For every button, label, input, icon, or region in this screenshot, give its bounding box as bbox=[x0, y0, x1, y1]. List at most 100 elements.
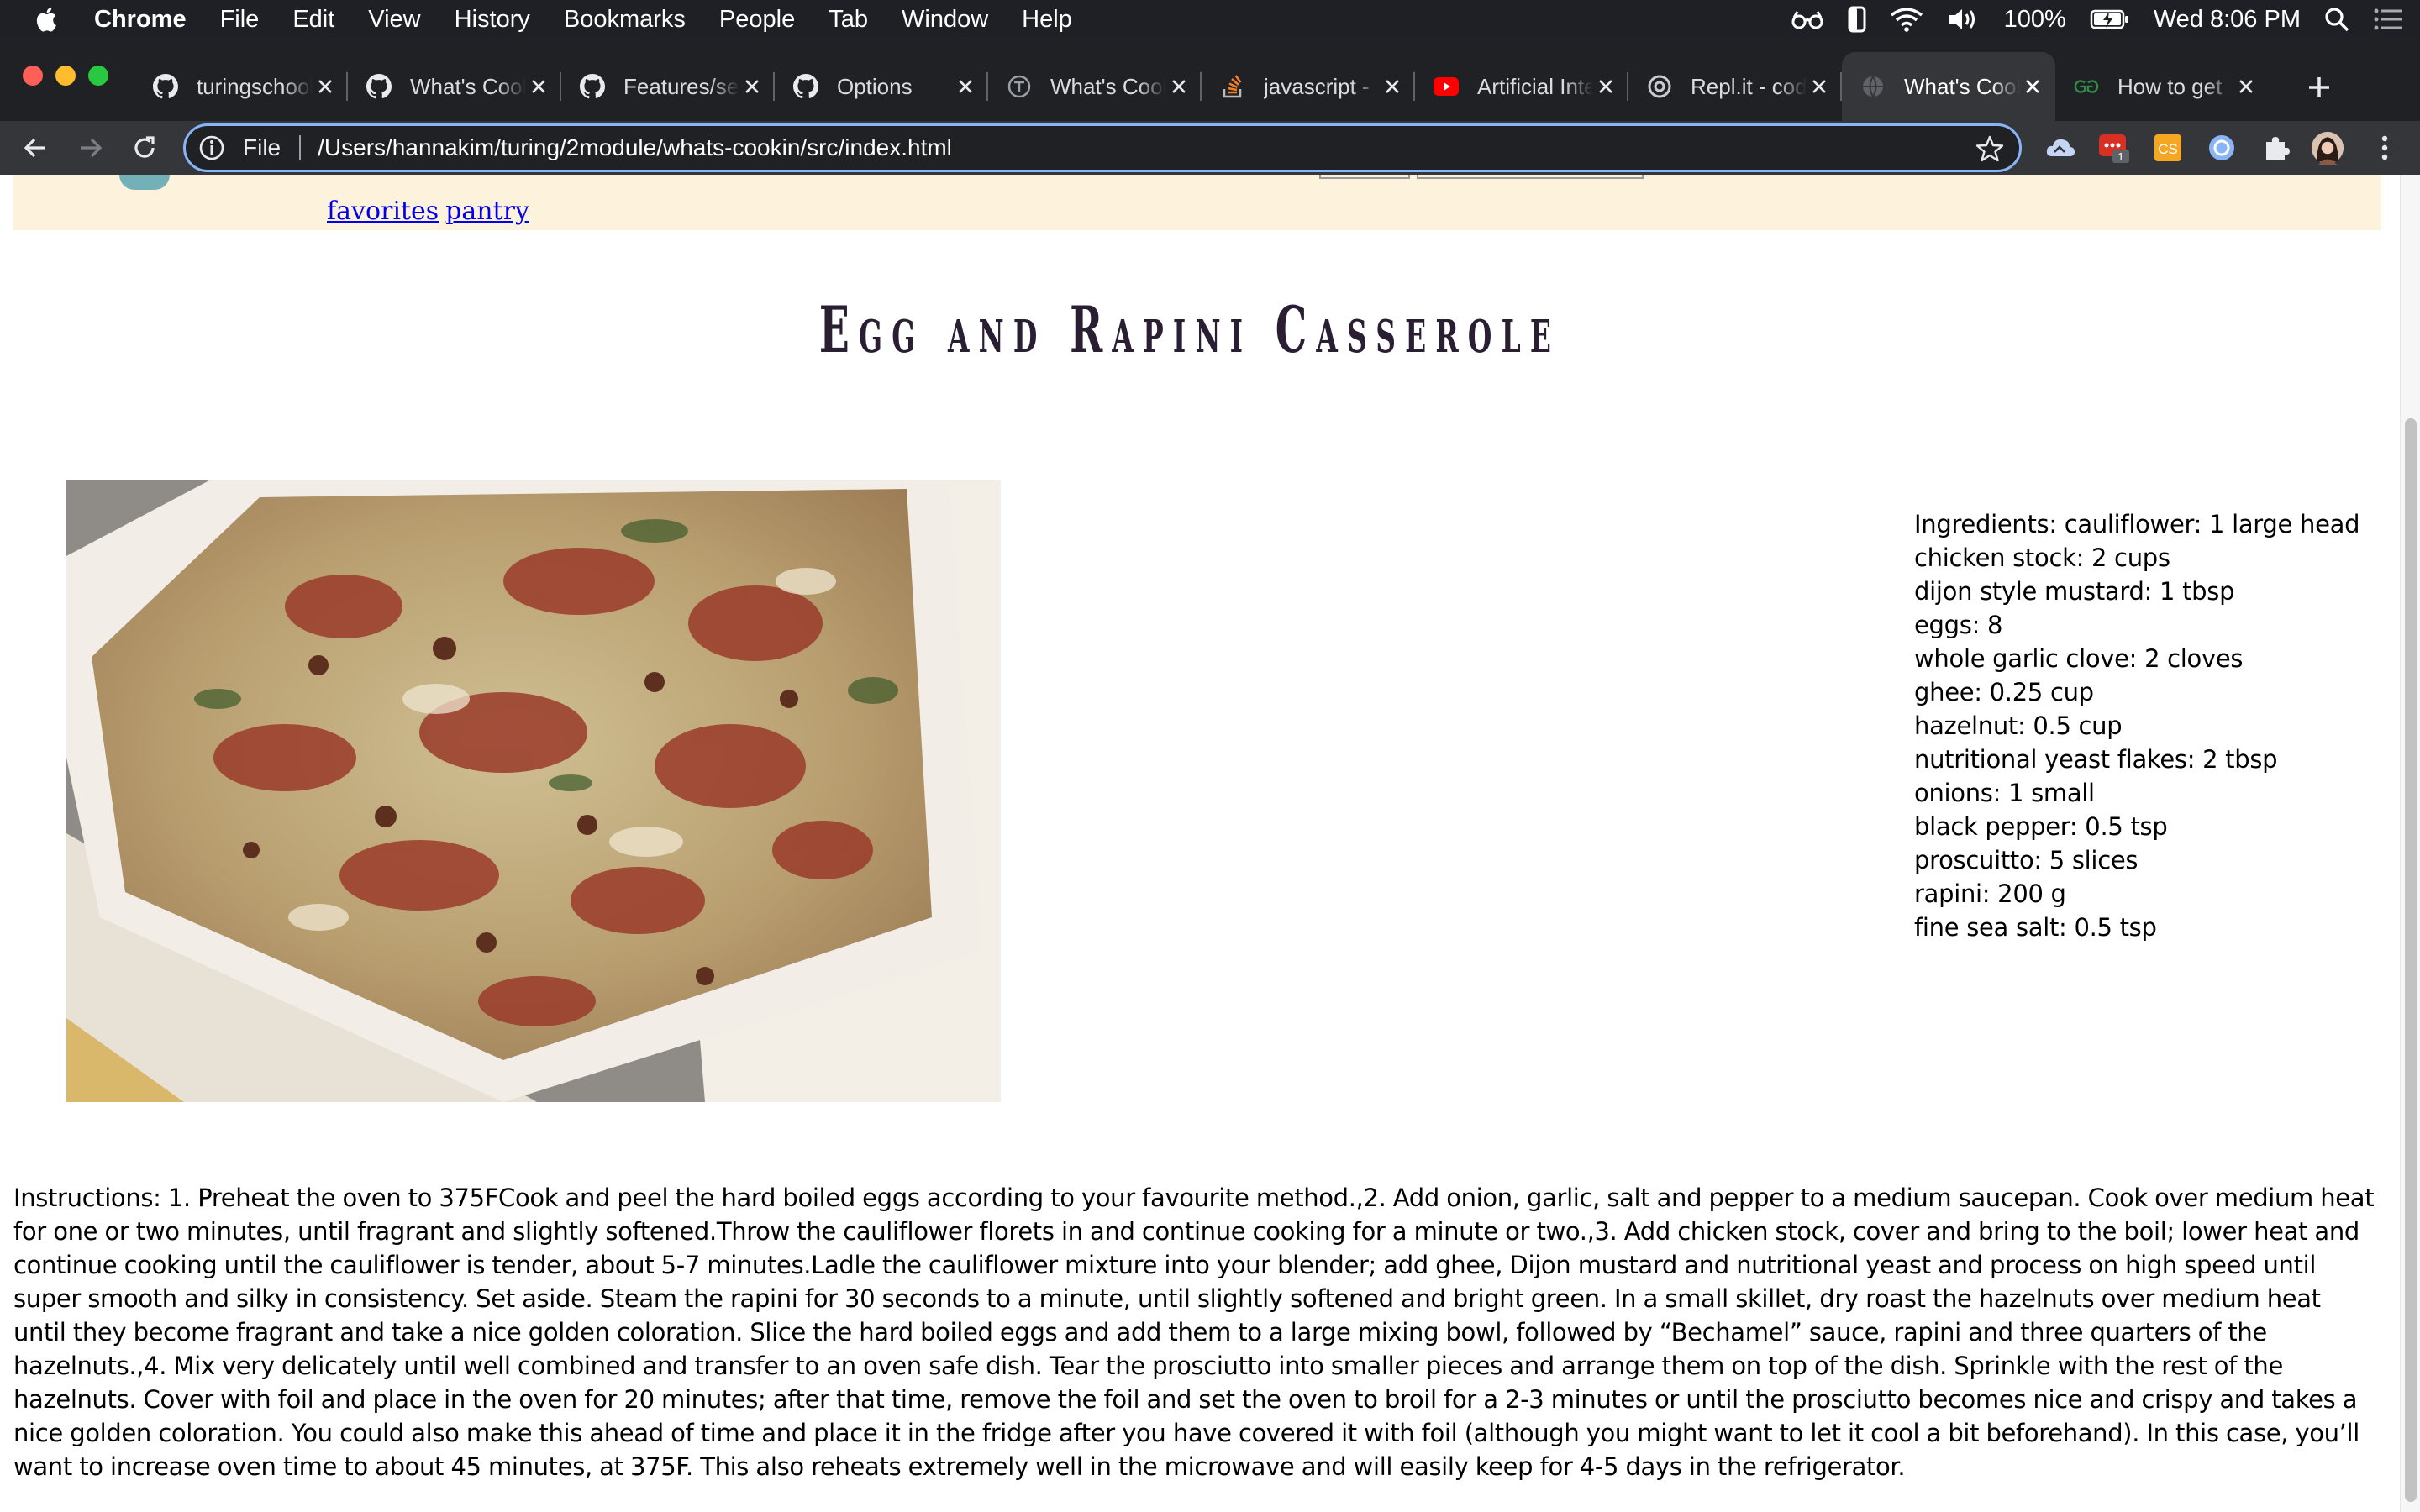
menu-help[interactable]: Help bbox=[1022, 6, 1072, 34]
github-icon bbox=[793, 74, 818, 99]
search-button[interactable] bbox=[1319, 175, 1410, 179]
tab-whats-cookin-turing[interactable]: What's Cookin bbox=[988, 52, 1202, 121]
menu-edit[interactable]: Edit bbox=[292, 6, 334, 34]
scrollbar-thumb[interactable] bbox=[2405, 418, 2417, 1502]
menu-people[interactable]: People bbox=[719, 6, 795, 34]
notification-center-icon[interactable] bbox=[2373, 0, 2403, 39]
address-divider bbox=[299, 135, 302, 160]
menu-app-chrome[interactable]: Chrome bbox=[94, 6, 187, 34]
plus-icon bbox=[2309, 77, 2329, 97]
menu-view[interactable]: View bbox=[368, 6, 420, 34]
tab-javascript-stackoverflow[interactable]: javascript - bbox=[1202, 52, 1415, 121]
menu-history[interactable]: History bbox=[455, 6, 530, 34]
ingredient-item: hazelnut: 0.5 cup bbox=[1914, 711, 2123, 740]
address-bar[interactable]: File /Users/hannakim/turing/2module/what… bbox=[183, 123, 2022, 172]
tab-options[interactable]: Options bbox=[775, 52, 988, 121]
menu-tab[interactable]: Tab bbox=[829, 6, 868, 34]
forward-button[interactable] bbox=[71, 128, 111, 168]
reading-glasses-icon[interactable] bbox=[1791, 0, 1824, 39]
tab-title: Options bbox=[837, 73, 913, 99]
chrome-menu-button[interactable] bbox=[2368, 131, 2402, 165]
ingredient-item: eggs: 8 bbox=[1914, 611, 2003, 639]
window-minimize-button[interactable] bbox=[55, 66, 76, 86]
chrome-tab-strip: turingschool What's Cookin Features/sear… bbox=[0, 39, 2420, 121]
extension-badge-count: 1 bbox=[2118, 150, 2123, 163]
menu-file[interactable]: File bbox=[220, 6, 260, 34]
menu-bar-clock[interactable]: Wed 8:06 PM bbox=[2154, 6, 2301, 34]
close-icon[interactable] bbox=[526, 74, 551, 99]
close-icon[interactable] bbox=[1166, 74, 1192, 99]
macos-menu-bar: Chrome File Edit View History Bookmarks … bbox=[0, 0, 2420, 39]
tab-title: What's Cookin bbox=[1904, 73, 2020, 99]
tab-title: turingschool bbox=[197, 73, 313, 99]
tab-whats-cookin-github[interactable]: What's Cookin bbox=[348, 52, 561, 121]
volume-icon[interactable] bbox=[1947, 0, 1981, 39]
cs-extension-label: CS bbox=[2158, 141, 2178, 157]
close-icon[interactable] bbox=[1380, 74, 1405, 99]
ingredient-item: proscuitto: 5 slices bbox=[1914, 846, 2139, 874]
ingredient-item: nutritional yeast flakes: 2 tbsp bbox=[1914, 745, 2278, 774]
tab-replit[interactable]: Repl.it - code bbox=[1628, 52, 1842, 121]
tab-features-search[interactable]: Features/search bbox=[561, 52, 775, 121]
profile-avatar[interactable] bbox=[2311, 131, 2344, 165]
apple-icon[interactable] bbox=[34, 5, 62, 34]
turing-icon bbox=[1007, 74, 1032, 99]
url-scheme-label: File bbox=[243, 134, 281, 160]
ingredient-item: dijon style mustard: 1 tbsp bbox=[1914, 577, 2235, 606]
menu-bookmarks[interactable]: Bookmarks bbox=[564, 6, 686, 34]
window-close-button[interactable] bbox=[23, 66, 43, 86]
battery-percentage: 100% bbox=[2003, 5, 2066, 33]
close-icon[interactable] bbox=[1593, 74, 1618, 99]
cloud-extension-icon[interactable] bbox=[2044, 131, 2077, 165]
close-icon[interactable] bbox=[953, 74, 978, 99]
spotlight-icon[interactable] bbox=[2324, 0, 2349, 39]
reload-icon bbox=[134, 136, 155, 158]
menu-window[interactable]: Window bbox=[902, 6, 988, 34]
ingredient-item: Ingredients: cauliflower: 1 large head bbox=[1914, 510, 2360, 538]
tab-title: Repl.it - code bbox=[1691, 73, 1807, 99]
site-logo[interactable] bbox=[119, 175, 170, 190]
feedback-extension-icon[interactable]: 1 bbox=[2097, 131, 2131, 165]
site-header: favorites pantry bbox=[13, 175, 2381, 230]
battery-icon[interactable] bbox=[2090, 0, 2130, 39]
tab-title: Features/search bbox=[623, 73, 739, 99]
tab-how-to-get[interactable]: How to get bbox=[2055, 52, 2269, 121]
tab-title: Artificial Intelligence bbox=[1477, 73, 1593, 99]
tab-whats-cookin-active[interactable]: What's Cookin bbox=[1842, 52, 2055, 121]
pantry-link[interactable]: pantry bbox=[445, 197, 529, 226]
globe-icon bbox=[1860, 74, 1886, 99]
site-nav: favorites pantry bbox=[327, 197, 536, 226]
bookmark-star-icon[interactable] bbox=[1975, 134, 2004, 163]
ingredient-item: fine sea salt: 0.5 tsp bbox=[1914, 913, 2157, 942]
reload-button[interactable] bbox=[124, 128, 165, 168]
tab-title: What's Cookin bbox=[1050, 73, 1166, 99]
tab-turingschool[interactable]: turingschool bbox=[134, 52, 348, 121]
page-scrollbar[interactable] bbox=[2400, 175, 2420, 1512]
tab-artificial-intelligence-youtube[interactable]: Artificial Intelligence bbox=[1415, 52, 1628, 121]
close-icon[interactable] bbox=[1807, 74, 1832, 99]
phone-icon[interactable] bbox=[1848, 0, 1866, 39]
ingredient-item: ghee: 0.25 cup bbox=[1914, 678, 2094, 706]
chrome-toolbar: File /Users/hannakim/turing/2module/what… bbox=[0, 121, 2420, 175]
back-button[interactable] bbox=[15, 128, 55, 168]
youtube-icon bbox=[1434, 74, 1459, 99]
close-icon[interactable] bbox=[739, 74, 765, 99]
ingredient-item: chicken stock: 2 cups bbox=[1914, 543, 2170, 572]
circle-extension-icon[interactable] bbox=[2205, 131, 2238, 165]
menu-bar-status-area: 100% Wed 8:06 PM bbox=[1791, 0, 2420, 39]
favorites-link[interactable]: favorites bbox=[327, 197, 439, 226]
close-icon[interactable] bbox=[313, 74, 338, 99]
puzzle-extensions-icon[interactable] bbox=[2259, 131, 2292, 165]
new-tab-button[interactable] bbox=[2294, 62, 2344, 113]
window-zoom-button[interactable] bbox=[88, 66, 108, 86]
close-icon[interactable] bbox=[2233, 74, 2259, 99]
github-icon bbox=[153, 74, 178, 99]
search-input[interactable] bbox=[1417, 175, 1644, 179]
info-icon[interactable] bbox=[197, 134, 226, 162]
replit-icon bbox=[1647, 74, 1672, 99]
url-text[interactable]: /Users/hannakim/turing/2module/whats-coo… bbox=[318, 134, 952, 161]
cs-extension-icon[interactable]: CS bbox=[2151, 131, 2185, 165]
wifi-icon[interactable] bbox=[1890, 0, 1923, 39]
ingredient-item: rapini: 200 g bbox=[1914, 879, 2066, 908]
close-icon[interactable] bbox=[2020, 74, 2045, 99]
